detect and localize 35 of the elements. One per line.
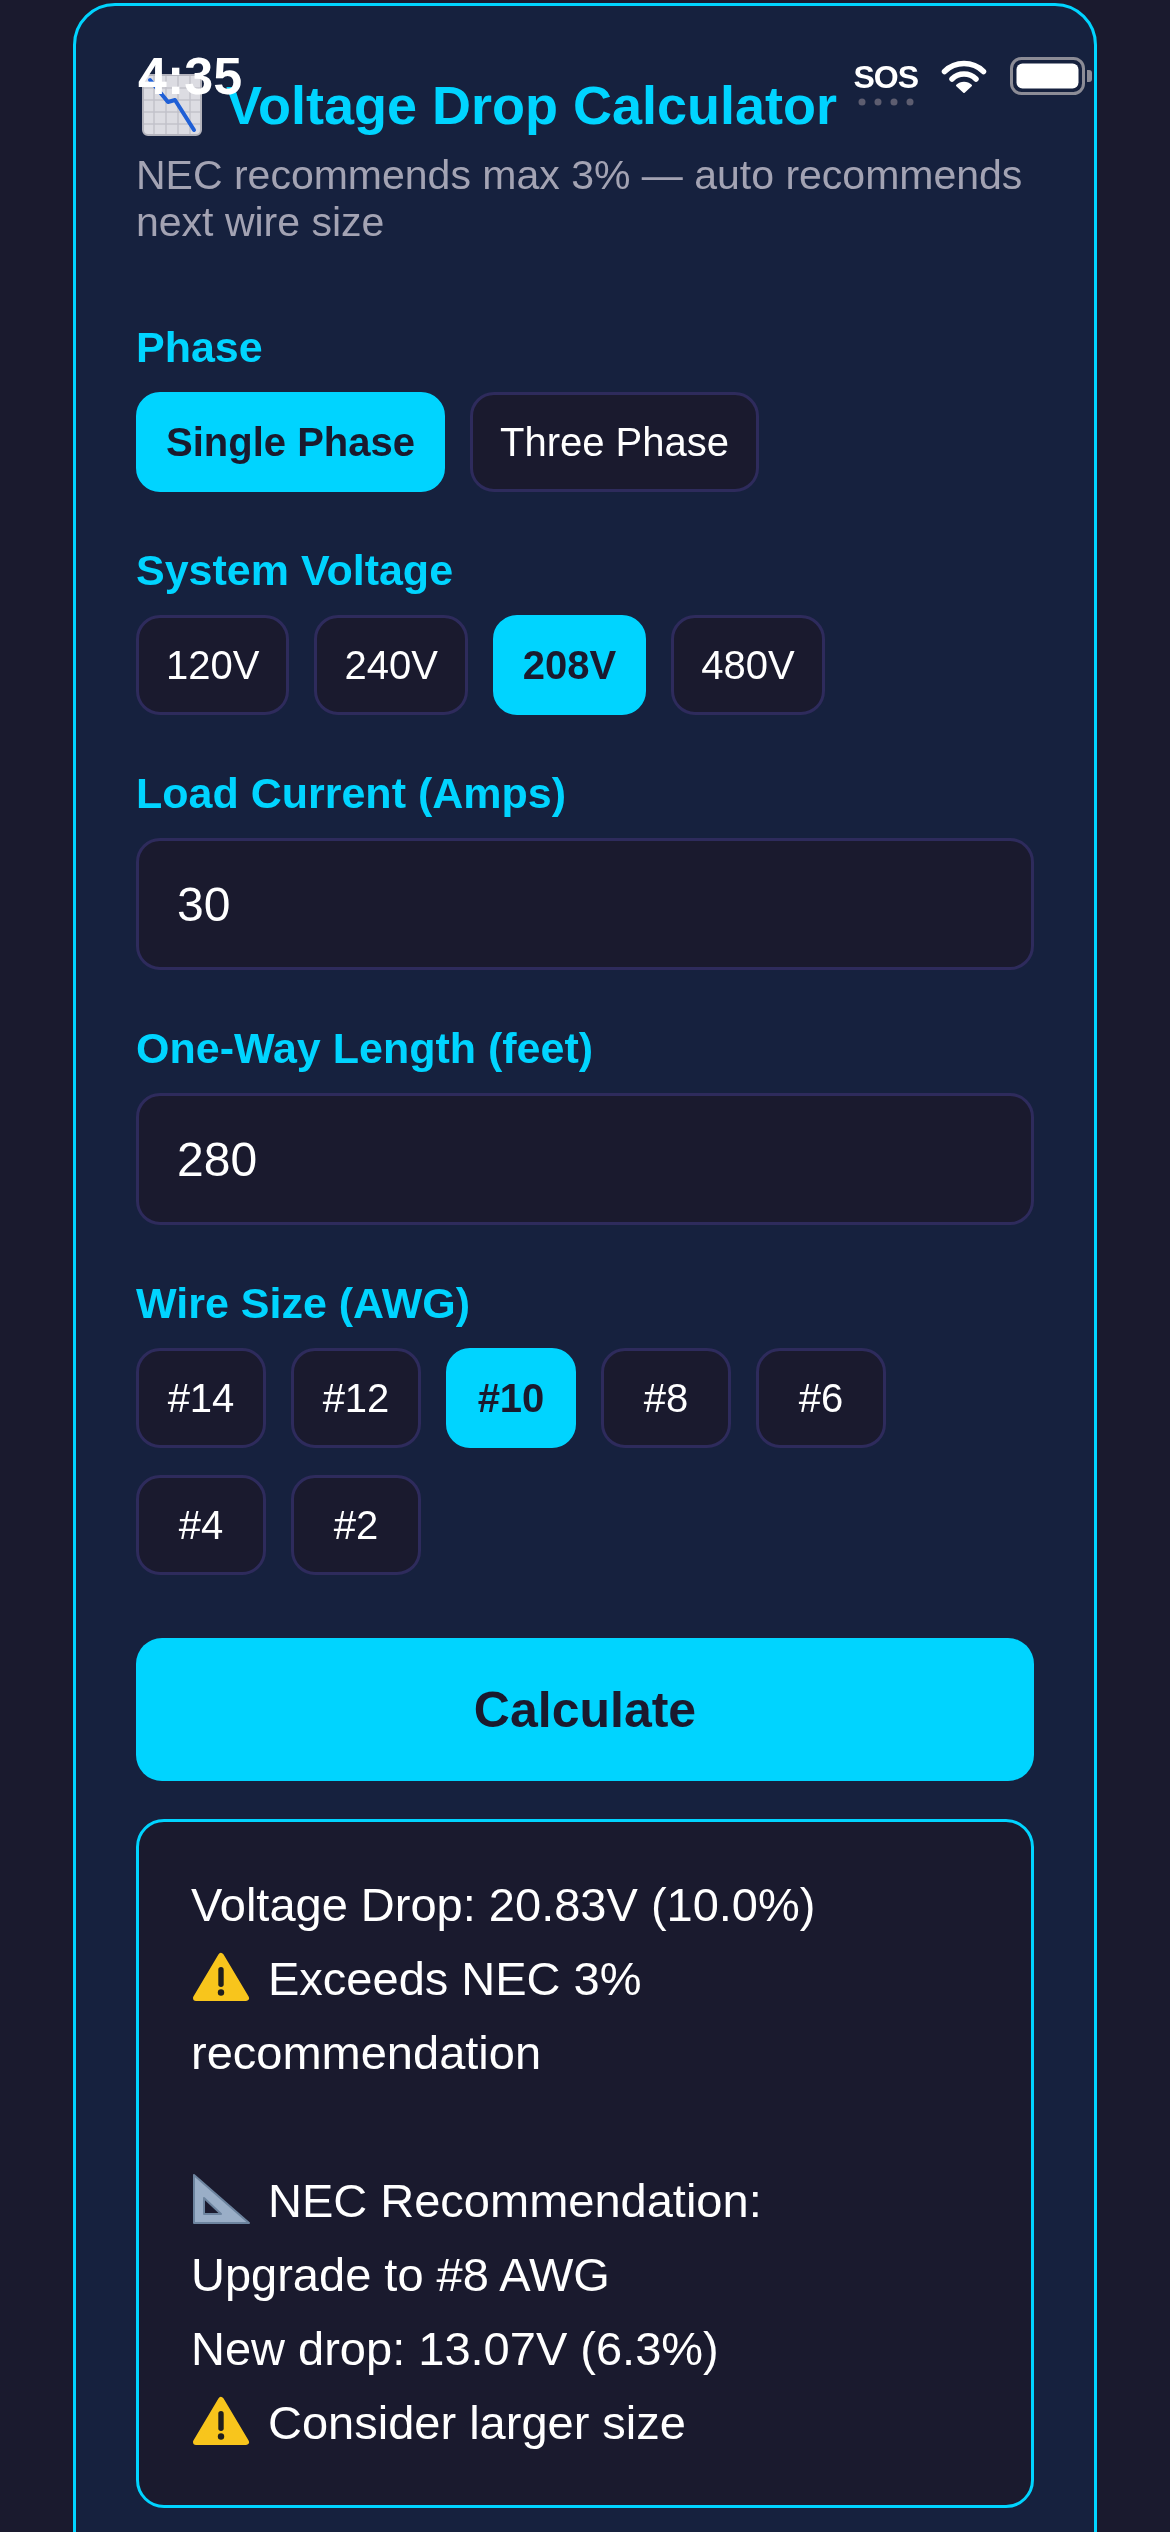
calculate-button[interactable]: Calculate [136, 1638, 1034, 1781]
option-button[interactable]: Single Phase [136, 392, 445, 492]
option-button[interactable]: 240V [314, 615, 468, 715]
option-button[interactable]: #4 [136, 1475, 266, 1575]
battery-icon [1010, 57, 1092, 95]
result-text: New drop: 13.07V (6.3%) [191, 2322, 719, 2375]
subtitle: NEC recommends max 3% — auto recommends next wire size [136, 152, 1024, 246]
option-button[interactable]: #14 [136, 1348, 266, 1448]
option-button[interactable]: #10 [446, 1348, 576, 1448]
signal-dots-icon [857, 98, 914, 106]
result-text: Consider larger size [268, 2396, 686, 2449]
option-button[interactable]: 120V [136, 615, 290, 715]
result-text: NEC Recommendation: [268, 2174, 762, 2227]
result-text: Voltage Drop: 20.83V (10.0%) [191, 1878, 816, 1931]
field-label: One-Way Length (feet) [136, 1023, 595, 1074]
result-text: Upgrade to #8 AWG [191, 2248, 610, 2301]
field-label: Load Current (Amps) [136, 768, 567, 819]
input-field[interactable]: 280 [136, 1093, 1034, 1225]
option-button[interactable]: #2 [291, 1475, 421, 1575]
option-button[interactable]: #6 [756, 1348, 886, 1448]
option-button[interactable]: #8 [601, 1348, 731, 1448]
wifi-icon [940, 58, 988, 94]
result-text: Exceeds NEC 3% [268, 1952, 642, 2005]
field-label: System Voltage [136, 545, 455, 596]
warning-icon [191, 2395, 251, 2447]
field-label: Phase [136, 322, 264, 373]
option-button[interactable]: 480V [671, 615, 825, 715]
result-text: recommendation [191, 2026, 542, 2079]
input-field[interactable]: 30 [136, 838, 1034, 970]
option-button[interactable]: #12 [291, 1348, 421, 1448]
warning-icon [191, 1951, 251, 2003]
option-button[interactable]: 208V [492, 615, 647, 715]
field-label: Wire Size (AWG) [136, 1278, 472, 1329]
option-button[interactable]: Three Phase [470, 392, 759, 492]
network-status: SOS [853, 60, 918, 94]
